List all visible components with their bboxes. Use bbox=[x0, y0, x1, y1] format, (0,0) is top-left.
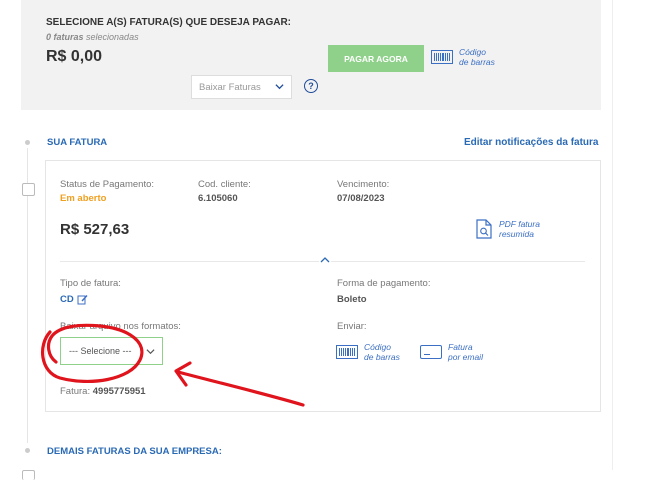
invoice-type-label: Tipo de fatura: bbox=[60, 278, 121, 289]
select-invoices-heading: SELECIONE A(S) FATURA(S) QUE DESEJA PAGA… bbox=[46, 17, 292, 28]
selected-total-amount: R$ 0,00 bbox=[46, 48, 103, 65]
send-invoice-email-link[interactable]: Fatura por email bbox=[420, 342, 483, 362]
due-date-label: Vencimento: bbox=[337, 179, 390, 190]
payment-method-value: Boleto bbox=[337, 294, 367, 305]
invoice-checkbox[interactable] bbox=[22, 183, 35, 196]
page-edge-line bbox=[612, 0, 613, 470]
edit-icon[interactable] bbox=[77, 294, 88, 305]
edit-notifications-link[interactable]: Editar notificações da fatura bbox=[464, 137, 598, 148]
chevron-down-icon bbox=[146, 349, 155, 355]
download-format-select[interactable]: --- Selecione --- bbox=[60, 337, 163, 365]
barcode-icon bbox=[336, 345, 358, 359]
other-invoices-heading: DEMAIS FATURAS DA SUA EMPRESA: bbox=[47, 446, 222, 457]
send-label: Enviar: bbox=[337, 321, 367, 332]
invoice-amount: R$ 527,63 bbox=[60, 221, 130, 238]
timeline-dot bbox=[25, 448, 30, 453]
invoice-number: Fatura: 4995775951 bbox=[60, 386, 146, 397]
download-invoices-select[interactable]: Baixar Faturas bbox=[191, 75, 292, 99]
your-invoice-heading: SUA FATURA bbox=[47, 137, 108, 148]
pdf-summary-link[interactable]: PDF fatura resumida bbox=[476, 219, 540, 239]
timeline-dot bbox=[25, 140, 30, 145]
status-value: Em aberto bbox=[60, 193, 107, 204]
chevron-up-icon[interactable] bbox=[319, 255, 331, 265]
send-barcode-link[interactable]: Código de barras bbox=[336, 342, 400, 362]
download-formats-label: Baixar arquivo nos formatos: bbox=[60, 321, 181, 332]
other-invoice-checkbox[interactable] bbox=[22, 470, 35, 480]
payment-summary-panel: SELECIONE A(S) FATURA(S) QUE DESEJA PAGA… bbox=[21, 0, 601, 110]
help-icon[interactable]: ? bbox=[304, 79, 318, 93]
barcode-icon bbox=[431, 50, 453, 64]
barcode-link[interactable]: Código de barras bbox=[431, 47, 495, 67]
selected-count: 0 faturas selecionadas bbox=[46, 32, 139, 42]
invoice-type-value[interactable]: CD bbox=[60, 294, 88, 305]
invoice-card: Status de Pagamento: Em aberto Cod. clie… bbox=[45, 160, 601, 412]
card-email-icon bbox=[420, 345, 442, 359]
due-date-value: 07/08/2023 bbox=[337, 193, 385, 204]
client-code-label: Cod. cliente: bbox=[198, 179, 251, 190]
pay-now-button[interactable]: PAGAR AGORA bbox=[328, 45, 424, 72]
chevron-down-icon bbox=[275, 84, 284, 90]
payment-method-label: Forma de pagamento: bbox=[337, 278, 431, 289]
status-label: Status de Pagamento: bbox=[60, 179, 155, 190]
client-code-value: 6.105060 bbox=[198, 193, 238, 204]
pdf-document-icon bbox=[476, 219, 492, 239]
